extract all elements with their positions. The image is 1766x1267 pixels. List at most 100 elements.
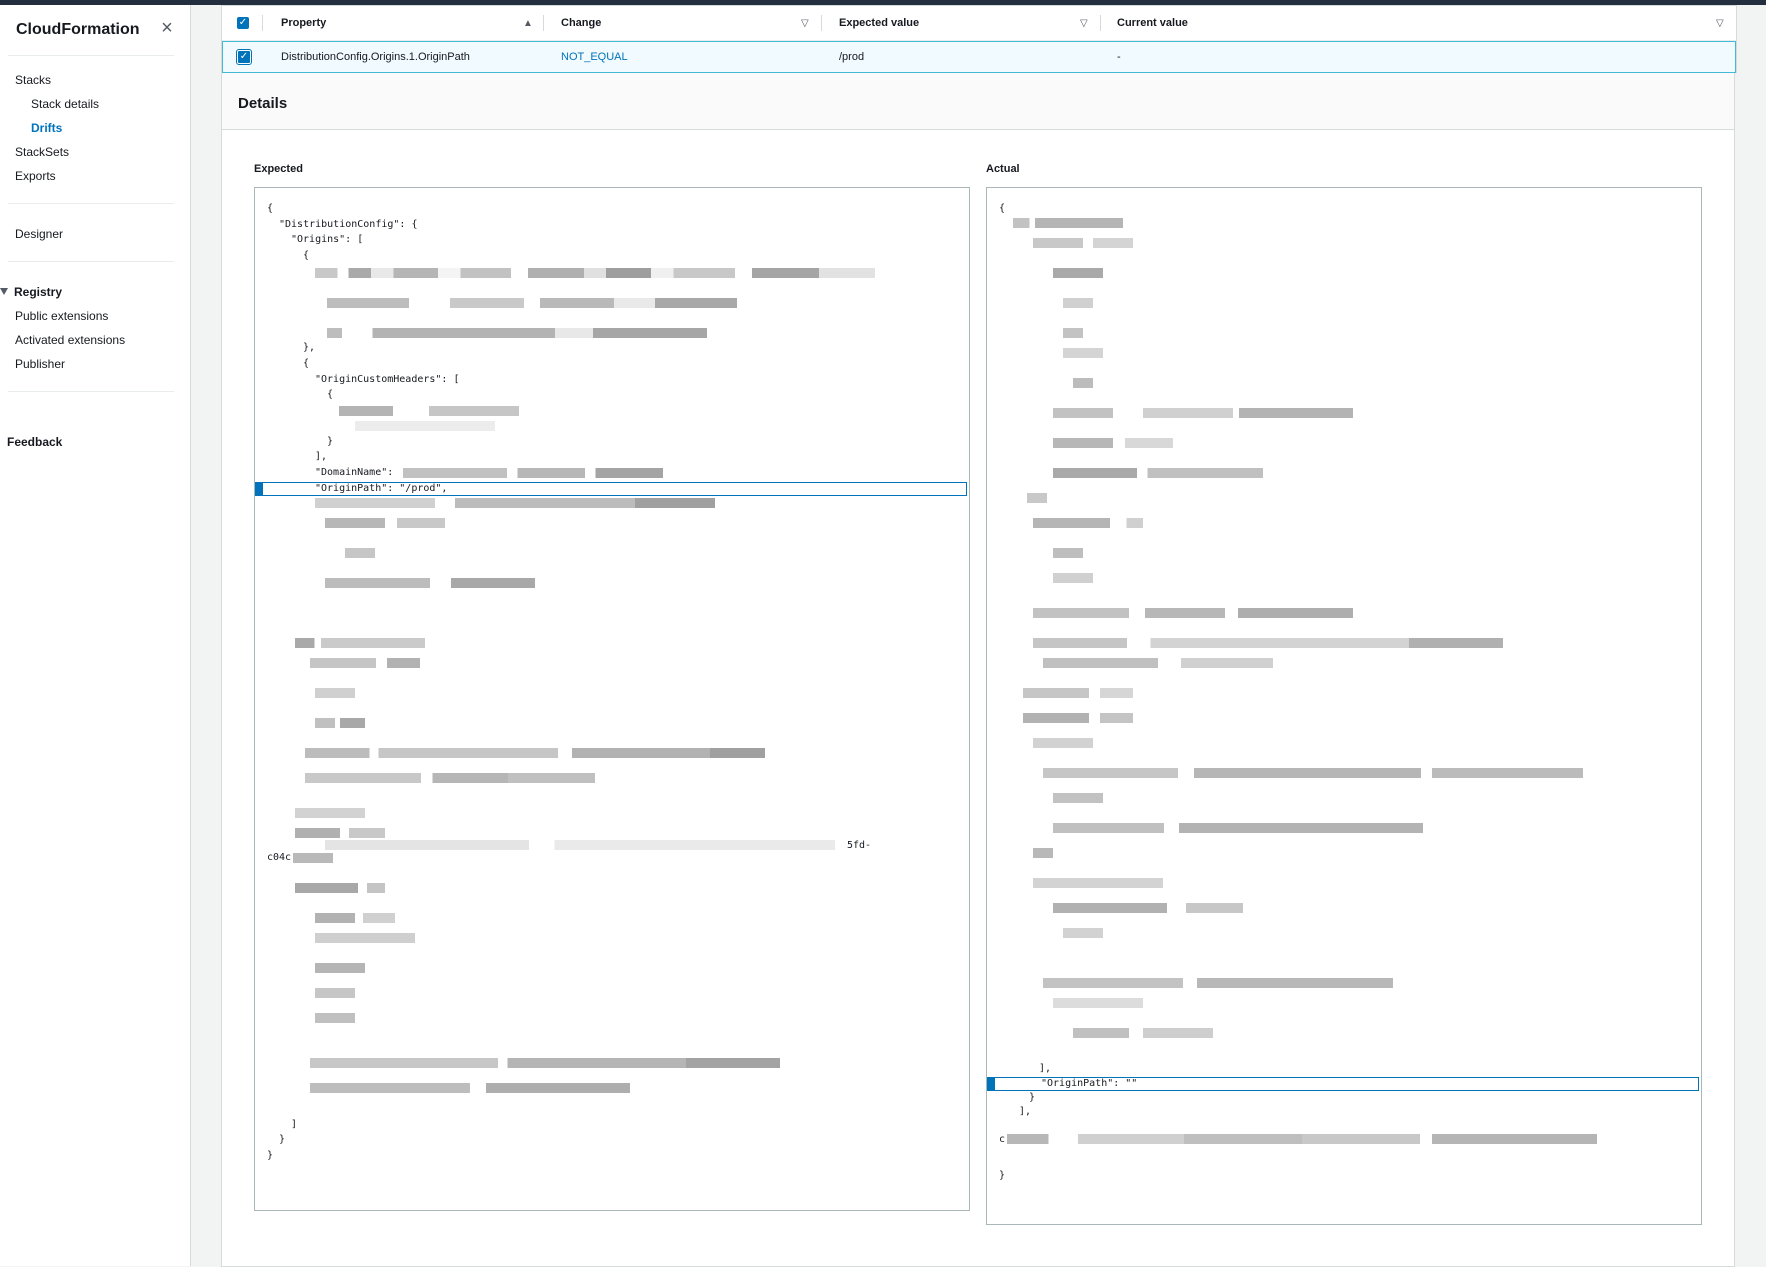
- code-line: ]: [291, 1119, 298, 1130]
- redacted-text: [1063, 328, 1083, 338]
- redacted-text: [310, 1083, 630, 1093]
- divider: [8, 261, 174, 262]
- redacted-text: [1053, 823, 1423, 833]
- cell-property: DistributionConfig.Origins.1.OriginPath: [281, 51, 470, 63]
- code-line: }: [999, 1170, 1006, 1181]
- sidebar-item-designer[interactable]: Designer: [15, 227, 63, 241]
- redacted-text: [1033, 738, 1093, 748]
- sort-icon[interactable]: ▽: [801, 18, 809, 29]
- redacted-text: [1023, 688, 1133, 698]
- close-icon[interactable]: ×: [158, 18, 176, 38]
- sidebar-item-publisher[interactable]: Publisher: [15, 357, 65, 371]
- sidebar-item-feedback[interactable]: Feedback: [7, 435, 62, 449]
- code-line: }: [279, 1134, 286, 1145]
- redacted-text: [315, 988, 355, 998]
- redacted-text: [1073, 1028, 1213, 1038]
- divider: [8, 55, 174, 56]
- column-divider: [1100, 15, 1101, 31]
- redacted-text: [315, 1013, 355, 1023]
- sort-ascending-icon[interactable]: ▲: [523, 18, 533, 29]
- redacted-text: [339, 406, 519, 416]
- redacted-text: [293, 853, 333, 863]
- table-row[interactable]: ✓ DistributionConfig.Origins.1.OriginPat…: [222, 41, 1736, 73]
- redacted-text: [1033, 608, 1353, 618]
- redacted-text: [1033, 848, 1053, 858]
- redacted-text: [315, 718, 365, 728]
- redacted-text: [1053, 468, 1263, 478]
- side-navigation: CloudFormation × Stacks Stack details Dr…: [0, 5, 191, 1266]
- details-header: Details: [221, 73, 1735, 130]
- redacted-text: [325, 518, 445, 528]
- sidebar-item-drifts[interactable]: Drifts: [31, 121, 62, 135]
- redacted-text: [310, 1058, 780, 1068]
- code-line: "OriginPath": "/prod",: [315, 483, 448, 494]
- code-line: "OriginPath": "": [1041, 1078, 1138, 1089]
- sort-icon[interactable]: ▽: [1716, 18, 1724, 29]
- sidebar-item-stack-details[interactable]: Stack details: [31, 97, 99, 111]
- diff-marker: [256, 483, 263, 495]
- column-header-change[interactable]: Change: [561, 17, 601, 29]
- cell-expected-value: /prod: [839, 51, 865, 63]
- redacted-text: [1053, 268, 1103, 278]
- code-line: 5fd-: [847, 840, 872, 851]
- expected-label: Expected: [254, 163, 303, 175]
- redacted-text: [1043, 978, 1393, 988]
- sidebar-item-stacksets[interactable]: StackSets: [15, 145, 69, 159]
- redacted-text: [1053, 438, 1173, 448]
- redacted-text: [355, 421, 495, 431]
- column-divider: [543, 15, 544, 31]
- sidebar-item-stacks[interactable]: Stacks: [15, 73, 51, 87]
- code-line: }: [327, 436, 334, 447]
- redacted-text: [1053, 793, 1103, 803]
- redacted-text: [295, 828, 385, 838]
- column-divider: [262, 15, 263, 31]
- redacted-text: [295, 808, 365, 818]
- code-line: c: [999, 1134, 1006, 1145]
- code-line: }: [267, 1150, 274, 1161]
- sidebar-item-public-extensions[interactable]: Public extensions: [15, 309, 108, 323]
- actual-label: Actual: [986, 163, 1020, 175]
- redacted-text: [315, 688, 355, 698]
- actual-json-viewer[interactable]: {], "OriginPath": ""}], c}: [986, 187, 1702, 1225]
- redacted-text: [295, 883, 385, 893]
- redacted-text: [315, 963, 365, 973]
- sidebar-section-registry[interactable]: Registry: [0, 285, 62, 299]
- code-line: "DistributionConfig": {: [279, 219, 418, 230]
- sidebar-item-activated-extensions[interactable]: Activated extensions: [15, 333, 125, 347]
- sidebar-item-exports[interactable]: Exports: [15, 169, 56, 183]
- redacted-text: [1023, 713, 1133, 723]
- redacted-text: [325, 578, 535, 588]
- code-line: {: [999, 203, 1006, 214]
- redacted-text: [1053, 408, 1353, 418]
- row-checkbox[interactable]: ✓: [236, 49, 252, 65]
- redacted-text: [1073, 378, 1093, 388]
- code-line: "OriginCustomHeaders": [: [315, 374, 460, 385]
- column-divider: [821, 15, 822, 31]
- redacted-text: [1043, 658, 1273, 668]
- redacted-text: [310, 658, 420, 668]
- redacted-text: [1007, 1134, 1597, 1144]
- redacted-text: [327, 298, 737, 308]
- diff-marker: [988, 1078, 995, 1090]
- redacted-text: [1033, 518, 1143, 528]
- redacted-text: [315, 498, 715, 508]
- divider: [8, 391, 174, 392]
- expected-json-viewer[interactable]: { "DistributionConfig": { "Origins": [ {…: [254, 187, 970, 1211]
- code-line: {: [327, 389, 334, 400]
- redacted-text: [1033, 878, 1163, 888]
- column-header-expected-value[interactable]: Expected value: [839, 17, 919, 29]
- code-line: },: [303, 342, 316, 353]
- redacted-text: [1053, 548, 1083, 558]
- code-line: ],: [1019, 1106, 1032, 1117]
- redacted-text: [1027, 493, 1047, 503]
- sort-icon[interactable]: ▽: [1080, 18, 1088, 29]
- details-panel: Expected Actual { "DistributionConfig": …: [221, 130, 1735, 1267]
- cell-change: NOT_EQUAL: [561, 51, 628, 63]
- redacted-text: [1063, 348, 1103, 358]
- code-line: {: [303, 250, 310, 261]
- highlighted-line: "OriginPath": "/prod",: [255, 482, 967, 496]
- column-header-property[interactable]: Property: [281, 17, 326, 29]
- select-all-checkbox[interactable]: ✓: [237, 17, 249, 29]
- column-header-current-value[interactable]: Current value: [1117, 17, 1188, 29]
- details-title: Details: [238, 95, 288, 112]
